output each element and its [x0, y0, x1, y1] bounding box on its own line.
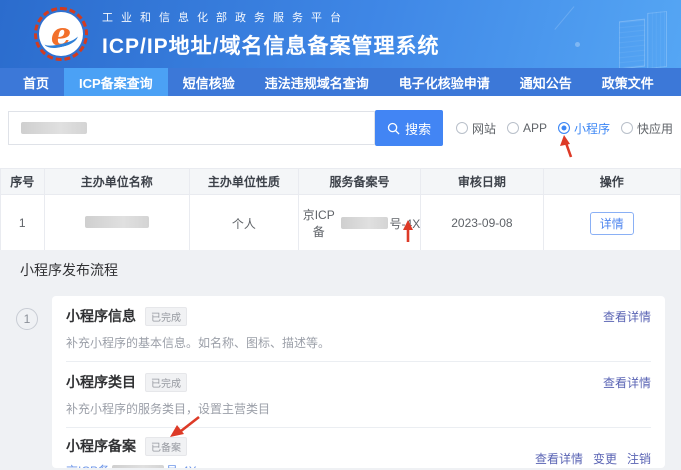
- search-button-label: 搜索: [405, 119, 431, 138]
- license-prefix: 京ICP备: [299, 206, 339, 240]
- redacted-unit-name: [85, 216, 149, 228]
- logo-body: e: [39, 12, 83, 56]
- header: e 工业和信息化部政务服务平台 ICP/IP地址/域名信息备案管理系统: [0, 0, 681, 68]
- radio-selected-icon: [558, 122, 570, 134]
- cell-license-number: 京ICP备 号-4X: [298, 195, 420, 252]
- step-title: 小程序信息: [66, 306, 136, 326]
- process-card: 小程序信息 已完成 查看详情 补充小程序的基本信息。如名称、图标、描述等。 小程…: [52, 296, 665, 468]
- nav-item-home[interactable]: 首页: [8, 68, 64, 96]
- radio-miniprogram[interactable]: 小程序: [558, 120, 610, 137]
- search-icon: [387, 122, 400, 135]
- cell-unit-name: [44, 195, 190, 252]
- search-input[interactable]: [8, 111, 375, 145]
- redacted-icp-digits: [112, 465, 164, 469]
- step-title: 小程序类目: [66, 372, 136, 392]
- status-badge: 已完成: [145, 307, 187, 326]
- col-review-date: 审核日期: [421, 169, 543, 195]
- nav-item-notices[interactable]: 通知公告: [505, 68, 587, 96]
- cell-actions: 详情: [543, 195, 680, 252]
- step-title: 小程序备案: [66, 436, 136, 456]
- redacted-query-text: [21, 122, 87, 134]
- platform-name: 工业和信息化部政务服务平台: [102, 9, 440, 25]
- step-description: 补充小程序的基本信息。如名称、图标、描述等。: [66, 334, 651, 351]
- radio-label: APP: [523, 121, 547, 135]
- radio-label: 网站: [472, 120, 496, 137]
- radio-app[interactable]: APP: [507, 121, 547, 135]
- radio-icon: [507, 122, 519, 134]
- cell-seq: 1: [1, 195, 45, 252]
- main-nav: 首页 ICP备案查询 短信核验 违法违规域名查询 电子化核验申请 通知公告 政策…: [0, 68, 681, 96]
- process-title: 小程序发布流程: [0, 250, 681, 280]
- nav-item-e-verify-apply[interactable]: 电子化核验申请: [384, 68, 505, 96]
- col-unit-name: 主办单位名称: [44, 169, 190, 195]
- radio-website[interactable]: 网站: [456, 120, 496, 137]
- redacted-license-digits: [341, 217, 388, 229]
- radio-label: 小程序: [574, 120, 610, 137]
- license-suffix: 号-4X: [390, 215, 421, 232]
- step-description: 补充小程序的服务类目，设置主营类目: [66, 400, 651, 417]
- view-detail-link[interactable]: 查看详情: [603, 308, 651, 325]
- query-result-table: 序号 主办单位名称 主办单位性质 服务备案号 审核日期 操作 1 个人 京ICP…: [0, 168, 681, 252]
- view-detail-link[interactable]: 查看详情: [603, 374, 651, 391]
- nav-item-policy-docs[interactable]: 政策文件: [587, 68, 669, 96]
- step-miniprogram-info: 小程序信息 已完成 查看详情 补充小程序的基本信息。如名称、图标、描述等。: [66, 296, 651, 361]
- step-miniprogram-category: 小程序类目 已完成 查看详情 补充小程序的服务类目，设置主营类目: [66, 362, 651, 427]
- radio-icon: [456, 122, 468, 134]
- view-detail-link[interactable]: 查看详情: [535, 450, 583, 467]
- cancel-link[interactable]: 注销: [627, 450, 651, 467]
- change-link[interactable]: 变更: [593, 450, 617, 467]
- radio-quickapp[interactable]: 快应用: [621, 120, 673, 137]
- search-section: 搜索 网站 APP 小程序 快应用: [0, 96, 681, 146]
- header-titles: 工业和信息化部政务服务平台 ICP/IP地址/域名信息备案管理系统: [102, 9, 440, 60]
- step-number-badge: 1: [16, 308, 38, 330]
- detail-button[interactable]: 详情: [590, 212, 634, 235]
- step-miniprogram-filing: 小程序备案 已备案 京ICP备 号-4X 查看详情 变更 注销: [66, 428, 651, 468]
- icp-suffix: 号-4X: [166, 462, 197, 468]
- nav-item-icp-query[interactable]: ICP备案查询: [64, 68, 168, 96]
- cell-review-date: 2023-09-08: [421, 195, 543, 252]
- table-row: 1 个人 京ICP备 号-4X 2023-09-08 详情: [1, 195, 681, 252]
- icp-filing-system-page: e 工业和信息化部政务服务平台 ICP/IP地址/域名信息备案管理系统 首页 I…: [0, 0, 681, 470]
- col-license-number: 服务备案号: [298, 169, 420, 195]
- miit-logo: e: [34, 7, 88, 61]
- col-seq: 序号: [1, 169, 45, 195]
- col-unit-nature: 主办单位性质: [190, 169, 299, 195]
- search-button[interactable]: 搜索: [375, 110, 443, 146]
- page-title: ICP/IP地址/域名信息备案管理系统: [102, 30, 440, 60]
- service-type-radios: 网站 APP 小程序 快应用: [456, 120, 673, 137]
- nav-item-sms-verify[interactable]: 短信核验: [168, 68, 250, 96]
- header-building-graphic: [557, 12, 667, 68]
- miniprogram-publish-process: 小程序发布流程 1 小程序信息 已完成 查看详情 补充小程序的基本信息。如名称、…: [0, 250, 681, 470]
- col-actions: 操作: [543, 169, 680, 195]
- icp-license-link[interactable]: 京ICP备 号-4X: [66, 462, 197, 468]
- radio-icon: [621, 122, 633, 134]
- nav-item-illegal-domain-query[interactable]: 违法违规域名查询: [250, 68, 384, 96]
- status-badge: 已完成: [145, 373, 187, 392]
- table-header-row: 序号 主办单位名称 主办单位性质 服务备案号 审核日期 操作: [1, 169, 681, 195]
- radio-label: 快应用: [637, 120, 673, 137]
- icp-prefix: 京ICP备: [66, 462, 110, 468]
- cell-unit-nature: 个人: [190, 195, 299, 252]
- status-badge: 已备案: [145, 437, 187, 456]
